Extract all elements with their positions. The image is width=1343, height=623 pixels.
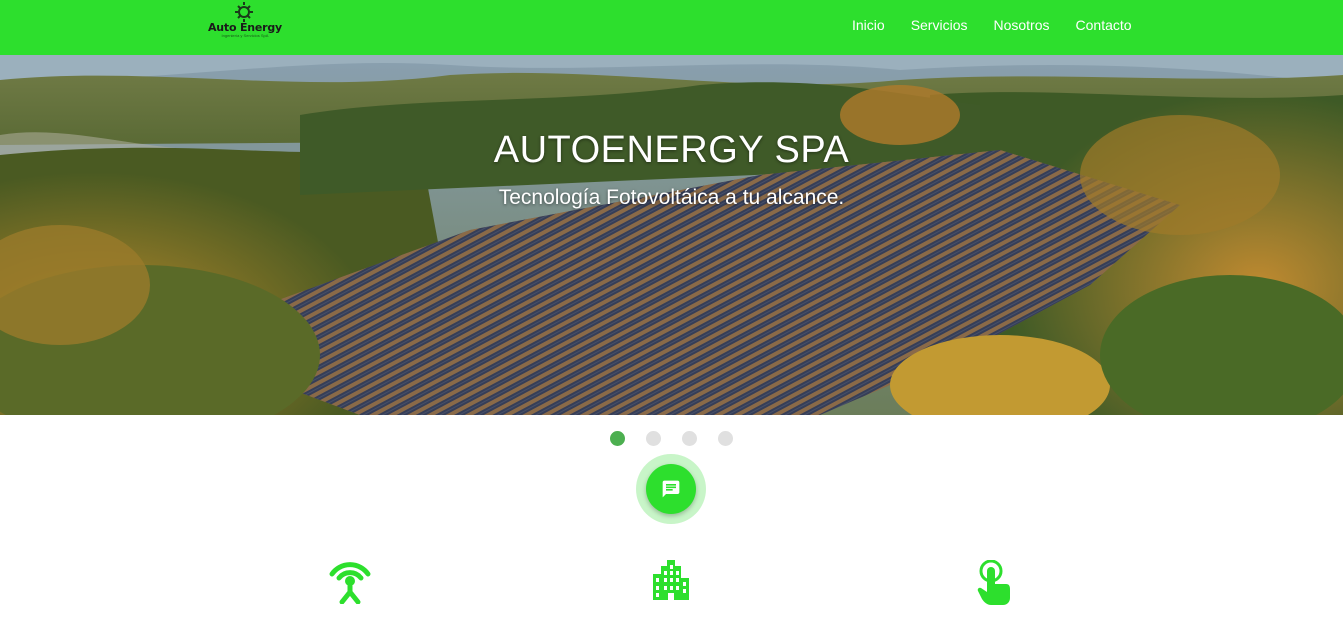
touch-icon xyxy=(977,560,1010,605)
brand-logo[interactable]: Auto Energy Ingeniería y Servicios SpA xyxy=(200,2,290,44)
hero-subtitle: Tecnología Fotovoltáica a tu alcance. xyxy=(498,186,845,209)
brand-tagline: Ingeniería y Servicios SpA xyxy=(221,33,269,38)
carousel-dot-4[interactable] xyxy=(718,431,733,446)
nav-link-inicio[interactable]: Inicio xyxy=(852,17,885,33)
carousel-indicators xyxy=(610,431,754,446)
navbar: Auto Energy Ingeniería y Servicios SpA I… xyxy=(0,0,1343,55)
nav-link-nosotros[interactable]: Nosotros xyxy=(993,17,1049,33)
nav-link-contacto[interactable]: Contacto xyxy=(1076,17,1132,33)
carousel-dot-1[interactable] xyxy=(610,431,625,446)
nav-menu: Inicio Servicios Nosotros Contacto xyxy=(852,17,1158,33)
antenna-icon xyxy=(329,562,371,604)
hero-background-image xyxy=(0,55,1343,415)
hero-title: AUTOENERGY SPA xyxy=(493,129,850,171)
hero-carousel[interactable]: AUTOENERGY SPA Tecnología Fotovoltáica a… xyxy=(0,55,1343,415)
chat-icon xyxy=(662,480,680,498)
sun-icon xyxy=(235,2,253,22)
building-icon xyxy=(653,560,689,600)
carousel-dot-3[interactable] xyxy=(682,431,697,446)
chat-button[interactable] xyxy=(646,464,696,514)
carousel-dot-2[interactable] xyxy=(646,431,661,446)
nav-link-servicios[interactable]: Servicios xyxy=(911,17,968,33)
